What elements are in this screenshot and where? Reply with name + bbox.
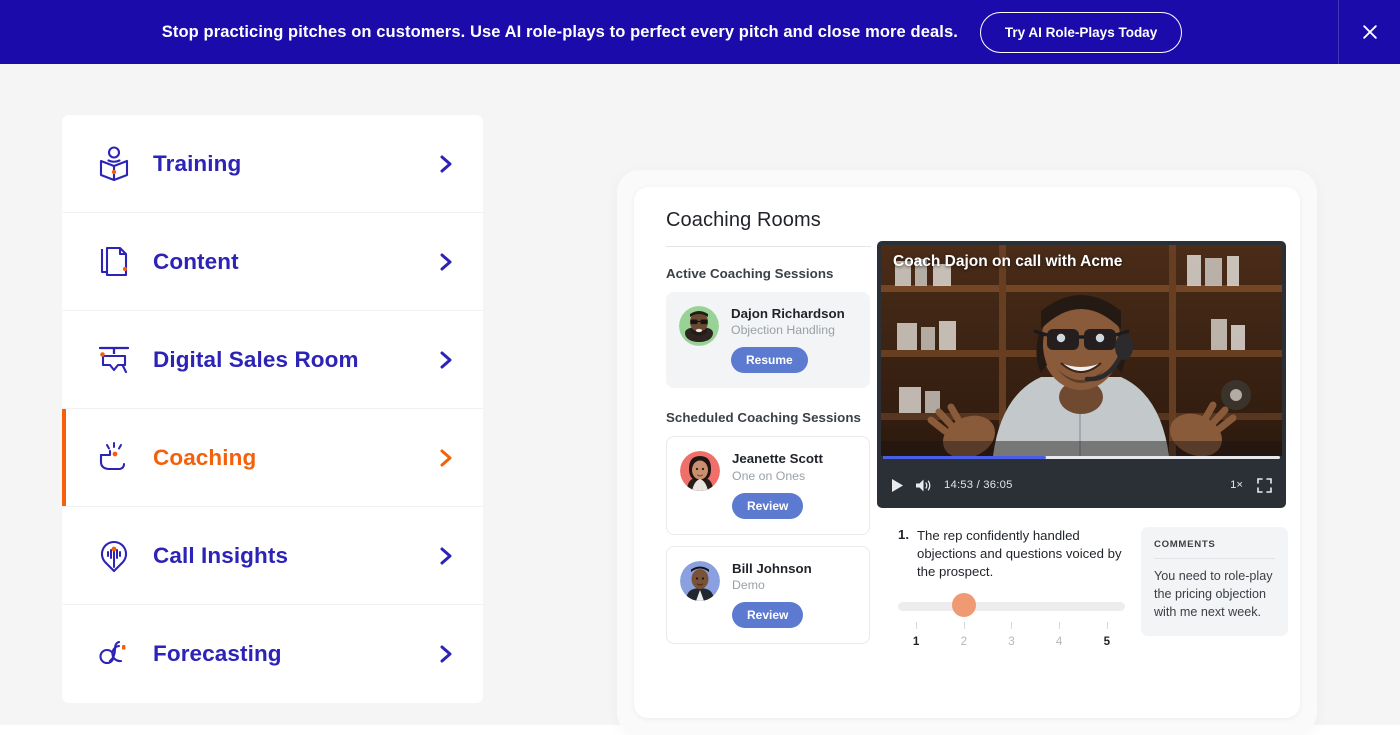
avatar-dajon-richardson — [679, 306, 719, 346]
session-details: Dajon Richardson Objection Handling Resu… — [731, 306, 845, 374]
sidebar-item-label: Coaching — [153, 444, 257, 470]
score-label: 1 — [912, 635, 920, 649]
sidebar-item-label: Forecasting — [153, 641, 282, 666]
session-details: Jeanette Scott One on Ones Review — [732, 451, 823, 519]
avatar-jeanette-scott — [680, 451, 720, 492]
sidebar-item-digital-sales-room[interactable]: Digital Sales Room — [62, 311, 483, 409]
session-name: Bill Johnson — [732, 560, 812, 576]
question-number: 1. — [898, 527, 909, 542]
resume-button[interactable]: Resume — [731, 347, 808, 374]
active-sessions-heading: Active Coaching Sessions — [666, 266, 834, 281]
video-controls-right: 1× — [1230, 477, 1272, 493]
comments-heading: COMMENTS — [1153, 539, 1216, 550]
close-icon — [1362, 25, 1377, 39]
score-label: 2 — [960, 635, 968, 649]
video-time-display: 14:53 / 36:05 — [944, 479, 1013, 491]
sidebar-item-label: Digital Sales Room — [153, 346, 359, 372]
sidebar-item-training[interactable]: Training — [62, 115, 483, 213]
video-player[interactable]: Coach Dajon on call with Acme 14:53 / 36… — [877, 241, 1286, 508]
chevron-right-icon — [435, 643, 457, 665]
volume-icon[interactable] — [915, 478, 933, 493]
page-title: Coaching Rooms — [666, 209, 821, 231]
product-preview-shell: Coaching Rooms Active Coaching Sessions — [617, 170, 1317, 735]
sessions-column: Active Coaching Sessions Dajon Richardso… — [666, 266, 870, 644]
scorecard-question: 1. The rep confidently handled objection… — [898, 527, 1125, 580]
sidebar-item-coaching[interactable]: Coaching — [62, 409, 483, 507]
session-topic: One on Ones — [732, 468, 806, 483]
try-ai-roleplays-button[interactable]: Try AI Role-Plays Today — [979, 11, 1183, 53]
chevron-right-icon — [435, 545, 457, 567]
page-body: Training Content Digital Sales Room Coac… — [0, 64, 1400, 735]
promo-banner-content: Stop practicing pitches on customers. Us… — [161, 11, 1183, 53]
person-book-icon — [93, 143, 135, 185]
sidebar-item-forecasting[interactable]: Forecasting — [62, 605, 483, 703]
chevron-right-icon — [435, 251, 457, 273]
comments-text: You need to role-play the pricing object… — [1153, 569, 1273, 619]
forecast-icon — [93, 633, 135, 675]
review-button[interactable]: Review — [732, 492, 804, 519]
session-name: Dajon Richardson — [731, 306, 845, 321]
score-label: 5 — [1103, 635, 1111, 649]
list-item[interactable]: Jeanette Scott One on Ones Review — [666, 436, 870, 535]
scorecard-area: 1. The rep confidently handled objection… — [898, 527, 1288, 650]
session-details: Bill Johnson Demo Review — [732, 561, 812, 628]
sidebar-item-label: Call Insights — [153, 542, 289, 568]
promo-banner: Stop practicing pitches on customers. Us… — [0, 0, 1400, 64]
score-slider-thumb[interactable] — [951, 593, 976, 618]
session-topic: Objection Handling — [731, 323, 835, 338]
presentation-screen-icon — [93, 339, 135, 381]
comments-divider — [1153, 558, 1275, 559]
feature-nav-list: Training Content Digital Sales Room Coac… — [62, 115, 483, 703]
coaching-rooms-panel: Coaching Rooms Active Coaching Sessions — [634, 187, 1300, 718]
score-tick — [963, 622, 965, 630]
scorecard-question-block: 1. The rep confidently handled objection… — [898, 527, 1125, 650]
question-text: The rep confidently handled objections a… — [917, 528, 1122, 579]
fullscreen-icon[interactable] — [1257, 477, 1272, 493]
score-tick — [1059, 622, 1061, 630]
list-item[interactable]: Dajon Richardson Objection Handling Resu… — [666, 292, 870, 389]
chevron-right-icon — [435, 349, 457, 371]
documents-icon — [93, 241, 135, 283]
video-caption: Coach Dajon on call with Acme — [893, 253, 1123, 270]
sidebar-item-call-insights[interactable]: Call Insights — [62, 507, 483, 605]
banner-close-button[interactable] — [1339, 0, 1400, 64]
score-tick — [1011, 622, 1013, 630]
title-divider — [666, 246, 871, 247]
score-tick — [916, 622, 918, 630]
comments-box: COMMENTS You need to role-play the prici… — [1140, 527, 1288, 636]
session-name: Jeanette Scott — [732, 451, 823, 467]
score-label: 4 — [1055, 635, 1063, 649]
score-slider-track[interactable] — [898, 602, 1125, 612]
avatar-bill-johnson — [680, 560, 720, 601]
score-slider[interactable] — [898, 593, 1125, 618]
chevron-right-icon — [435, 153, 457, 175]
play-icon[interactable] — [891, 478, 904, 493]
scorecard-row: 1. The rep confidently handled objection… — [898, 527, 1288, 650]
location-pin-waveform-icon — [93, 535, 135, 577]
coaching-hand-icon — [93, 437, 135, 479]
review-button[interactable]: Review — [732, 601, 804, 628]
sidebar-item-label: Training — [153, 150, 242, 176]
video-controls: 14:53 / 36:05 1× — [877, 462, 1286, 508]
score-tick — [1106, 622, 1108, 630]
score-slider-ticks — [898, 622, 1125, 630]
video-progress-fill — [883, 455, 1046, 459]
sidebar-item-label: Content — [153, 248, 239, 274]
score-slider-labels: 1 2 3 4 5 — [898, 635, 1125, 650]
session-topic: Demo — [732, 577, 765, 592]
score-label: 3 — [1008, 635, 1015, 649]
sidebar-item-content[interactable]: Content — [62, 213, 483, 311]
chevron-right-icon — [435, 447, 457, 469]
promo-banner-text: Stop practicing pitches on customers. Us… — [161, 22, 958, 41]
video-thumbnail — [881, 245, 1282, 456]
playback-speed-button[interactable]: 1× — [1230, 479, 1243, 491]
list-item[interactable]: Bill Johnson Demo Review — [666, 545, 870, 644]
video-progress-bar[interactable] — [883, 455, 1280, 459]
scheduled-sessions-heading: Scheduled Coaching Sessions — [666, 410, 861, 426]
